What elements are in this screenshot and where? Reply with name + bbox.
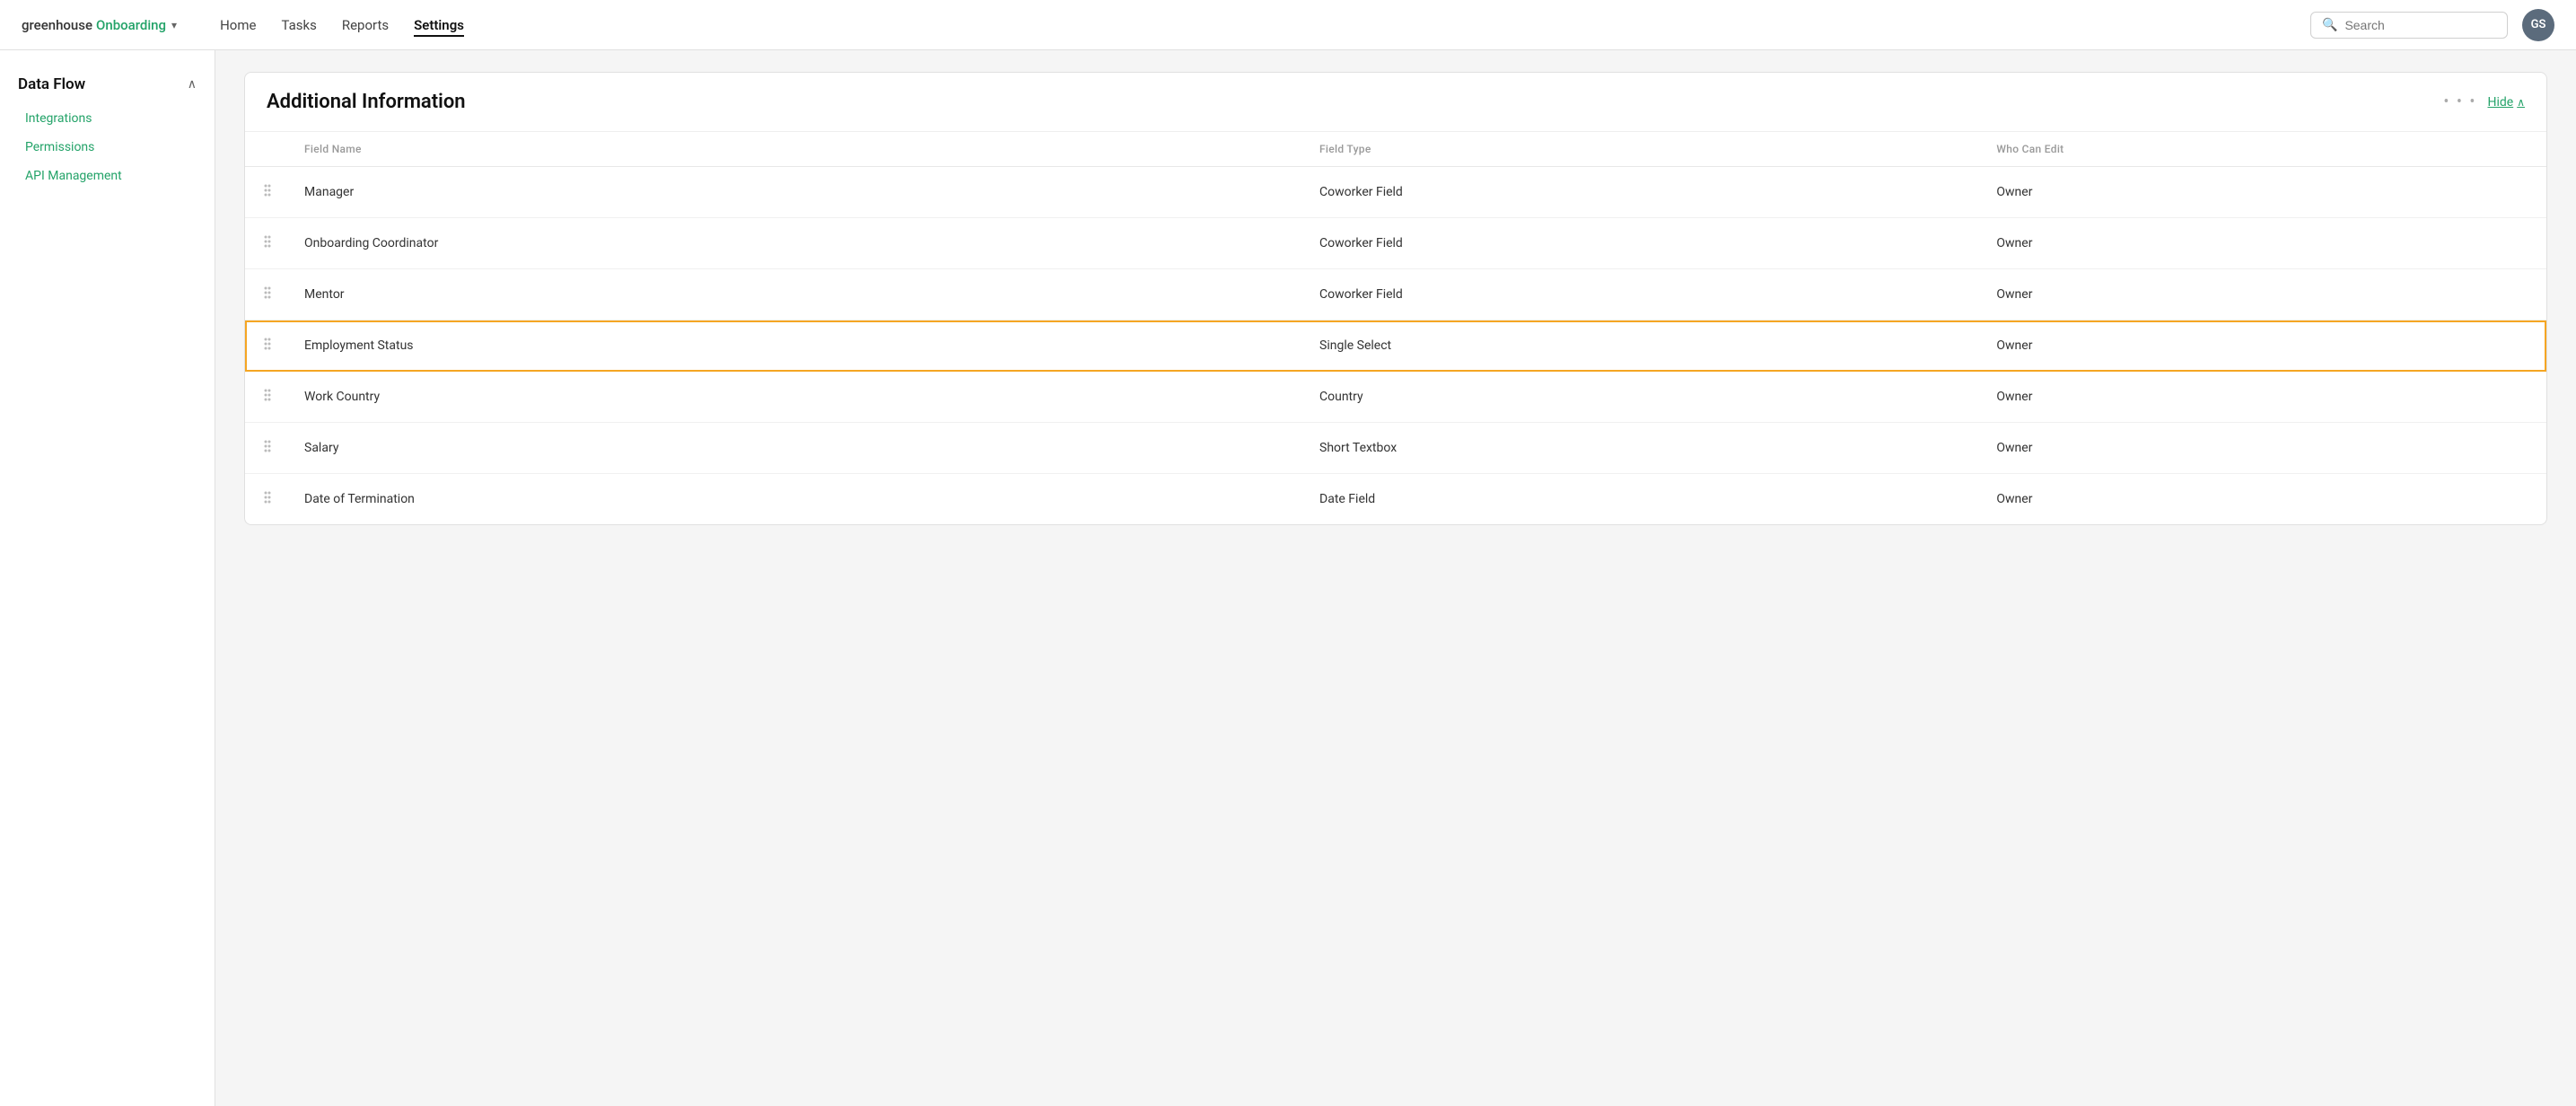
drag-handle[interactable] [245, 474, 290, 525]
drag-handle[interactable] [245, 423, 290, 474]
drag-handle[interactable] [245, 372, 290, 423]
drag-dots-icon [259, 391, 276, 406]
sidebar-section-title: Data Flow [18, 75, 85, 93]
table-row[interactable]: Manager Coworker Field Owner [245, 167, 2546, 218]
drag-dots-icon [259, 340, 276, 355]
layout: Data Flow ∧ Integrations Permissions API… [0, 50, 2576, 1106]
who-can-edit-cell: Owner [1982, 474, 2546, 525]
table-row[interactable]: Work Country Country Owner [245, 372, 2546, 423]
drag-handle[interactable] [245, 269, 290, 320]
field-name-cell: Onboarding Coordinator [290, 218, 1305, 269]
main-content: Additional Information • • • Hide ∧ Fiel… [215, 50, 2576, 1106]
sidebar: Data Flow ∧ Integrations Permissions API… [0, 50, 215, 1106]
field-type-cell: Coworker Field [1305, 269, 1982, 320]
drag-dots-icon [259, 187, 276, 201]
sidebar-section-header[interactable]: Data Flow ∧ [0, 68, 215, 104]
field-type-cell: Date Field [1305, 474, 1982, 525]
logo-chevron-icon: ▾ [171, 19, 177, 31]
table-row[interactable]: Employment Status Single Select Owner [245, 320, 2546, 372]
drag-handle[interactable] [245, 218, 290, 269]
table-row[interactable]: Salary Short Textbox Owner [245, 423, 2546, 474]
drag-dots-icon [259, 238, 276, 252]
drag-dots-icon [259, 443, 276, 457]
card-actions: • • • Hide ∧ [2443, 92, 2525, 111]
field-name-cell: Work Country [290, 372, 1305, 423]
nav-tasks[interactable]: Tasks [281, 13, 316, 37]
sidebar-item-permissions[interactable]: Permissions [0, 133, 215, 162]
fields-table: Field Name Field Type Who Can Edit [245, 132, 2546, 524]
who-can-edit-cell: Owner [1982, 320, 2546, 372]
field-name-cell: Manager [290, 167, 1305, 218]
col-header-who-can-edit: Who Can Edit [1982, 132, 2546, 167]
card-header: Additional Information • • • Hide ∧ [245, 73, 2546, 132]
nav-items: Home Tasks Reports Settings [220, 13, 2282, 37]
who-can-edit-cell: Owner [1982, 218, 2546, 269]
field-name-cell: Date of Termination [290, 474, 1305, 525]
drag-dots-icon [259, 289, 276, 303]
drag-handle[interactable] [245, 167, 290, 218]
drag-handle[interactable] [245, 320, 290, 372]
sidebar-item-api-management[interactable]: API Management [0, 162, 215, 190]
who-can-edit-cell: Owner [1982, 167, 2546, 218]
dots-menu-button[interactable]: • • • [2443, 92, 2476, 111]
table-body: Manager Coworker Field Owner Onboarding … [245, 167, 2546, 525]
drag-dots-icon [259, 494, 276, 508]
hide-chevron-icon: ∧ [2517, 96, 2525, 109]
card-title: Additional Information [267, 91, 466, 113]
who-can-edit-cell: Owner [1982, 269, 2546, 320]
col-header-field-type: Field Type [1305, 132, 1982, 167]
search-icon: 🔍 [2322, 18, 2337, 32]
col-header-drag [245, 132, 290, 167]
logo[interactable]: greenhouse Onboarding ▾ [22, 17, 177, 33]
table-header-row: Field Name Field Type Who Can Edit [245, 132, 2546, 167]
table-row[interactable]: Onboarding Coordinator Coworker Field Ow… [245, 218, 2546, 269]
field-type-cell: Coworker Field [1305, 167, 1982, 218]
who-can-edit-cell: Owner [1982, 423, 2546, 474]
field-name-cell: Mentor [290, 269, 1305, 320]
sidebar-item-integrations[interactable]: Integrations [0, 104, 215, 133]
col-header-field-name: Field Name [290, 132, 1305, 167]
sidebar-collapse-icon: ∧ [188, 77, 197, 92]
additional-information-card: Additional Information • • • Hide ∧ Fiel… [244, 72, 2547, 525]
table-row[interactable]: Date of Termination Date Field Owner [245, 474, 2546, 525]
table-row[interactable]: Mentor Coworker Field Owner [245, 269, 2546, 320]
search-box[interactable]: 🔍 [2310, 12, 2508, 39]
logo-onboarding: Onboarding [96, 17, 166, 33]
logo-greenhouse: greenhouse [22, 17, 92, 33]
avatar[interactable]: GS [2522, 9, 2554, 41]
nav-home[interactable]: Home [220, 13, 256, 37]
top-nav: greenhouse Onboarding ▾ Home Tasks Repor… [0, 0, 2576, 50]
nav-reports[interactable]: Reports [342, 13, 389, 37]
hide-button[interactable]: Hide ∧ [2487, 95, 2525, 110]
nav-settings[interactable]: Settings [414, 13, 464, 37]
search-input[interactable] [2344, 18, 2496, 32]
nav-right: 🔍 GS [2310, 9, 2554, 41]
field-type-cell: Country [1305, 372, 1982, 423]
who-can-edit-cell: Owner [1982, 372, 2546, 423]
field-type-cell: Single Select [1305, 320, 1982, 372]
field-name-cell: Salary [290, 423, 1305, 474]
field-type-cell: Short Textbox [1305, 423, 1982, 474]
field-type-cell: Coworker Field [1305, 218, 1982, 269]
field-name-cell: Employment Status [290, 320, 1305, 372]
